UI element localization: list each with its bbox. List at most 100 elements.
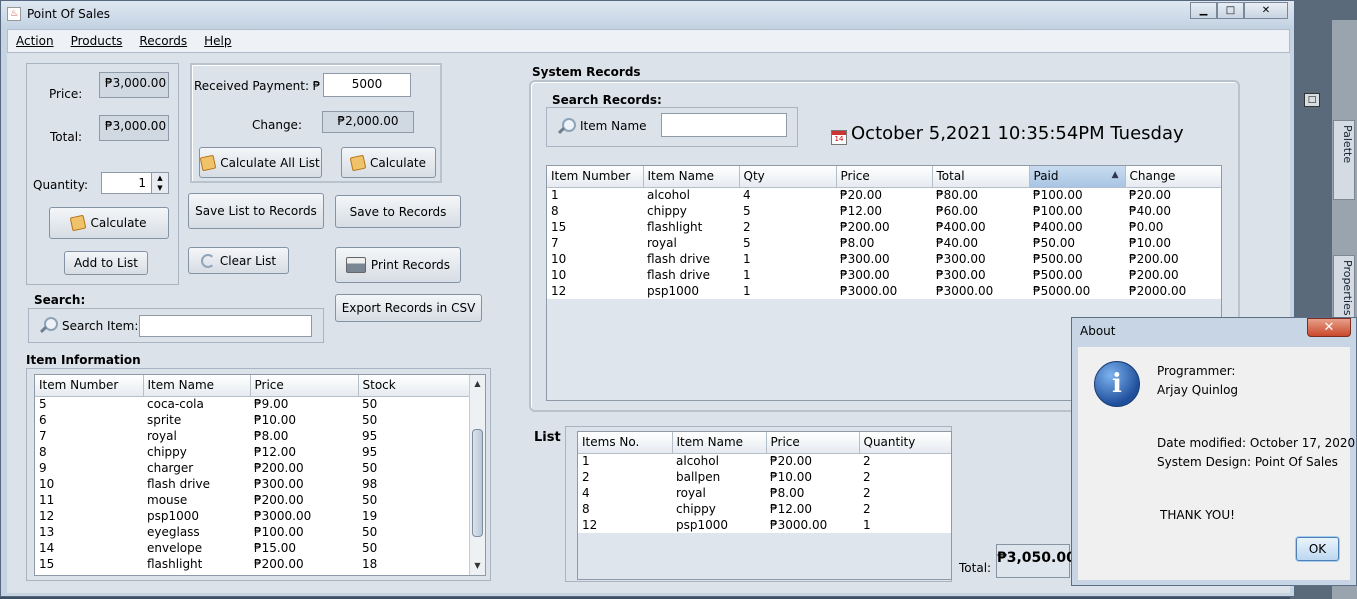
record-cell: ₱50.00 [1033,236,1075,250]
item-row[interactable]: 6 sprite ₱10.00 50 [35,412,471,428]
record-row[interactable]: 12 psp1000 1 ₱3000.00 ₱3000.00 ₱5000.00 ₱2000.… [547,283,1221,299]
record-row[interactable]: 8 chippy 5 ₱12.00 ₱60.00 ₱100.00 ₱40.00 [547,203,1221,219]
scroll-thumb[interactable] [472,429,483,537]
records-col-total[interactable]: Total [932,166,1030,188]
item-row[interactable]: 12 psp1000 ₱3000.00 19 [35,508,471,524]
record-cell: ₱400.00 [936,220,986,234]
list-panel: Items No. Item Name Price Quantity 1 alco… [565,426,952,582]
list-cell: 2 [582,470,590,484]
item-row[interactable]: 8 chippy ₱12.00 95 [35,444,471,460]
item-col-stock[interactable]: Stock [358,375,472,397]
menu-help[interactable]: Help [196,30,240,52]
search-item-input[interactable] [139,315,312,337]
scroll-down-icon[interactable]: ▼ [470,559,485,573]
record-row[interactable]: 1 alcohol 4 ₱20.00 ₱80.00 ₱100.00 ₱20.00 [547,187,1221,203]
close-button[interactable]: ✕ [1244,2,1288,19]
menu-records[interactable]: Records [131,30,196,52]
item-cell: mouse [147,493,188,507]
quantity-spinner[interactable]: 1 ▲ ▼ [101,172,169,194]
record-cell: 8 [551,204,559,218]
record-row[interactable]: 10 flash drive 1 ₱300.00 ₱300.00 ₱500.00 ₱200.… [547,251,1221,267]
datetime-text: October 5,2021 10:35:54PM Tuesday [851,123,1184,144]
item-row[interactable]: 15 flashlight ₱200.00 18 [35,556,471,572]
export-csv-button[interactable]: Export Records in CSV [335,294,482,322]
records-col-price[interactable]: Price [836,166,933,188]
received-payment-input[interactable]: 5000 [323,73,411,97]
search-icon [40,317,58,333]
list-cell: royal [676,486,706,500]
records-col-item-name[interactable]: Item Name [643,166,740,188]
record-row[interactable]: 15 flashlight 2 ₱200.00 ₱400.00 ₱400.00 ₱0.00 [547,219,1221,235]
record-cell: 12 [551,284,567,298]
list-row[interactable]: 8 chippy ₱12.00 2 [578,501,951,517]
item-cell: coca-cola [147,397,204,412]
list-cell: 12 [582,518,598,532]
about-date-modified: Date modified: October 17, 2020 [1157,436,1356,450]
list-col-price[interactable]: Price [766,432,860,454]
ide-palette-tab[interactable]: Palette [1333,120,1355,200]
record-cell: 5 [743,204,751,218]
about-close-button[interactable]: ✕ [1307,318,1351,337]
item-row[interactable]: 11 mouse ₱200.00 50 [35,492,471,508]
item-row[interactable]: 5 coca-cola ₱9.00 50 [35,396,471,412]
records-col-paid[interactable]: Paid ▲ [1029,166,1126,188]
item-cell: 50 [362,461,378,475]
item-row[interactable]: 9 charger ₱200.00 50 [35,460,471,476]
change-field: ₱2,000.00 [322,111,414,133]
scroll-up-icon[interactable]: ▲ [470,377,485,391]
item-cell: 95 [362,429,378,443]
calculate-change-button[interactable]: Calculate [341,147,436,178]
record-cell: alcohol [647,188,690,203]
ide-restore-icon[interactable]: □ [1304,93,1320,107]
record-cell: 4 [743,188,751,203]
item-row[interactable]: 7 royal ₱8.00 95 [35,428,471,444]
list-col-items-no[interactable]: Items No. [578,432,673,454]
about-system-design: System Design: Point Of Sales [1157,455,1338,469]
menu-products[interactable]: Products [63,30,132,52]
ok-button[interactable]: OK [1296,537,1339,561]
list-row[interactable]: 2 ballpen ₱10.00 2 [578,469,951,485]
list-row[interactable]: 1 alcohol ₱20.00 2 [578,453,951,469]
item-row[interactable]: 13 eyeglass ₱100.00 50 [35,524,471,540]
calculate-all-list-label: Calculate All List [220,155,320,170]
spinner-arrows-icon[interactable]: ▲ ▼ [151,173,168,193]
menu-action[interactable]: Action [8,30,63,52]
item-cell: 15 [39,557,55,571]
item-cell: ₱100.00 [254,525,304,539]
save-list-to-records-button[interactable]: Save List to Records [188,193,324,229]
print-records-button[interactable]: Print Records [335,247,461,283]
record-cell: flash drive [647,252,710,266]
record-row[interactable]: 7 royal 5 ₱8.00 ₱40.00 ₱50.00 ₱10.00 [547,235,1221,251]
calculate-button-label: Calculate [90,216,147,230]
add-to-list-button[interactable]: Add to List [64,251,148,275]
list-col-item-name[interactable]: Item Name [672,432,767,454]
item-table-scrollbar[interactable]: ▲ ▼ [469,375,485,575]
search-records-input[interactable] [661,113,787,137]
list-col-quantity[interactable]: Quantity [859,432,951,454]
calculate-button[interactable]: Calculate [49,207,169,239]
item-row[interactable]: 14 envelope ₱15.00 50 [35,540,471,556]
save-to-records-button[interactable]: Save to Records [335,195,461,228]
item-col-name[interactable]: Item Name [143,375,251,397]
item-col-number[interactable]: Item Number [35,375,144,397]
about-programmer-name: Arjay Quinlog [1157,383,1239,397]
calculate-all-list-button[interactable]: Calculate All List [199,147,322,178]
clear-list-button[interactable]: Clear List [188,247,289,274]
list-cell: ₱3000.00 [770,518,828,532]
record-row[interactable]: 10 flash drive 1 ₱300.00 ₱300.00 ₱500.00 ₱200.… [547,267,1221,283]
item-cell: charger [147,461,194,475]
about-thank-you: THANK YOU! [1160,508,1235,522]
record-cell: 10 [551,268,567,282]
maximize-button[interactable]: □ [1217,2,1244,19]
minimize-button[interactable]: ▁ [1190,2,1217,19]
records-col-change[interactable]: Change [1125,166,1221,188]
records-col-qty[interactable]: Qty [739,166,837,188]
list-row[interactable]: 12 psp1000 ₱3000.00 1 [578,517,951,533]
search-records-label: Item Name [580,119,647,133]
item-row[interactable]: 10 flash drive ₱300.00 98 [35,476,471,492]
records-col-item-number[interactable]: Item Number [547,166,644,188]
item-col-price[interactable]: Price [250,375,359,397]
record-cell: ₱100.00 [1033,188,1083,203]
list-row[interactable]: 4 royal ₱8.00 2 [578,485,951,501]
item-cell: ₱300.00 [254,477,304,491]
